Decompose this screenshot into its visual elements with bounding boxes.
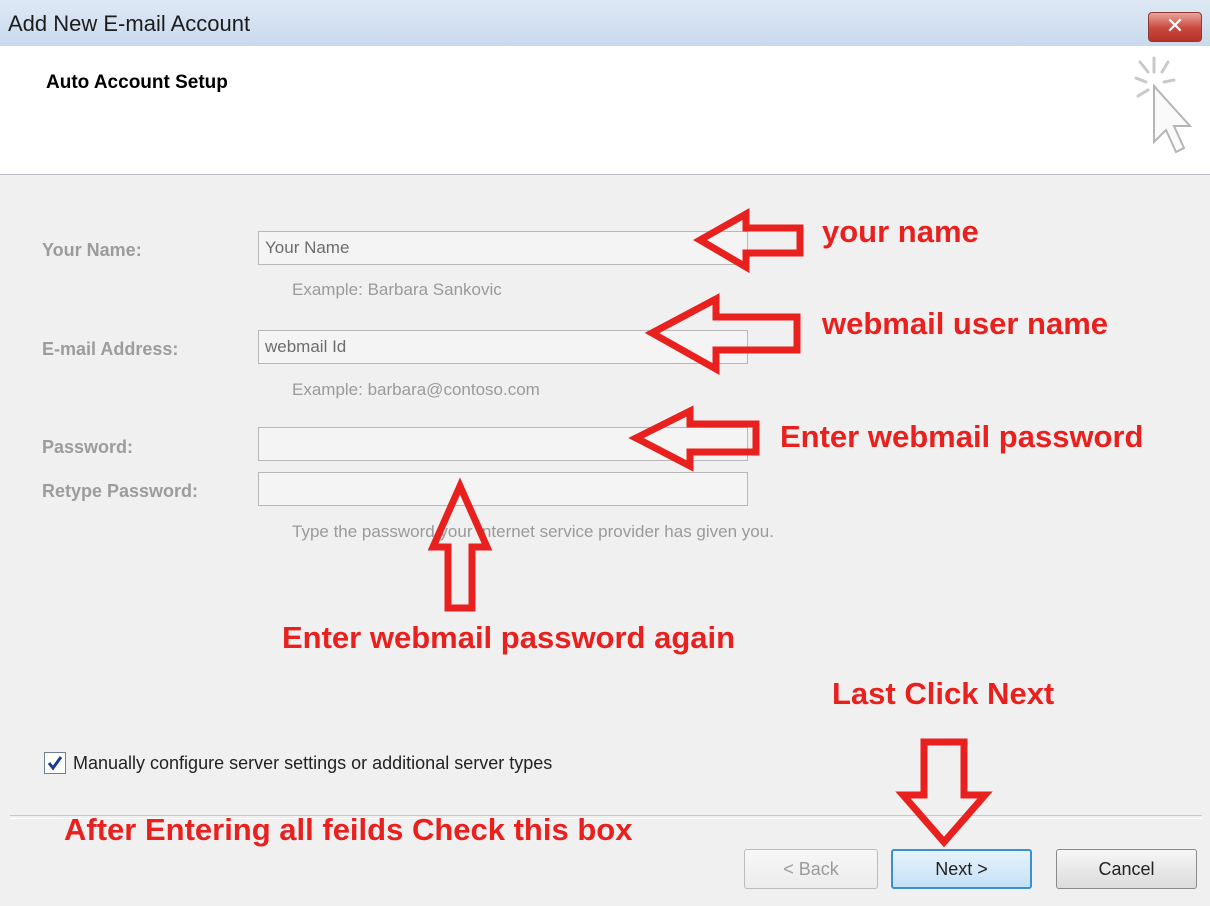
annotation-last-click: Last Click Next <box>832 676 1055 711</box>
annotation-password-again: Enter webmail password again <box>282 620 736 655</box>
arrow-down-next-icon <box>895 738 993 848</box>
annotation-password: Enter webmail password <box>780 419 1144 454</box>
annotation-check-box: After Entering all feilds Check this box <box>64 812 633 847</box>
arrow-left-email-icon <box>644 293 801 375</box>
arrow-up-retype-icon <box>427 477 493 612</box>
annotation-user-name: webmail user name <box>822 306 1109 341</box>
annotation-your-name: your name <box>822 214 979 249</box>
arrow-left-name-icon <box>692 208 804 274</box>
arrow-left-password-icon <box>628 405 760 472</box>
